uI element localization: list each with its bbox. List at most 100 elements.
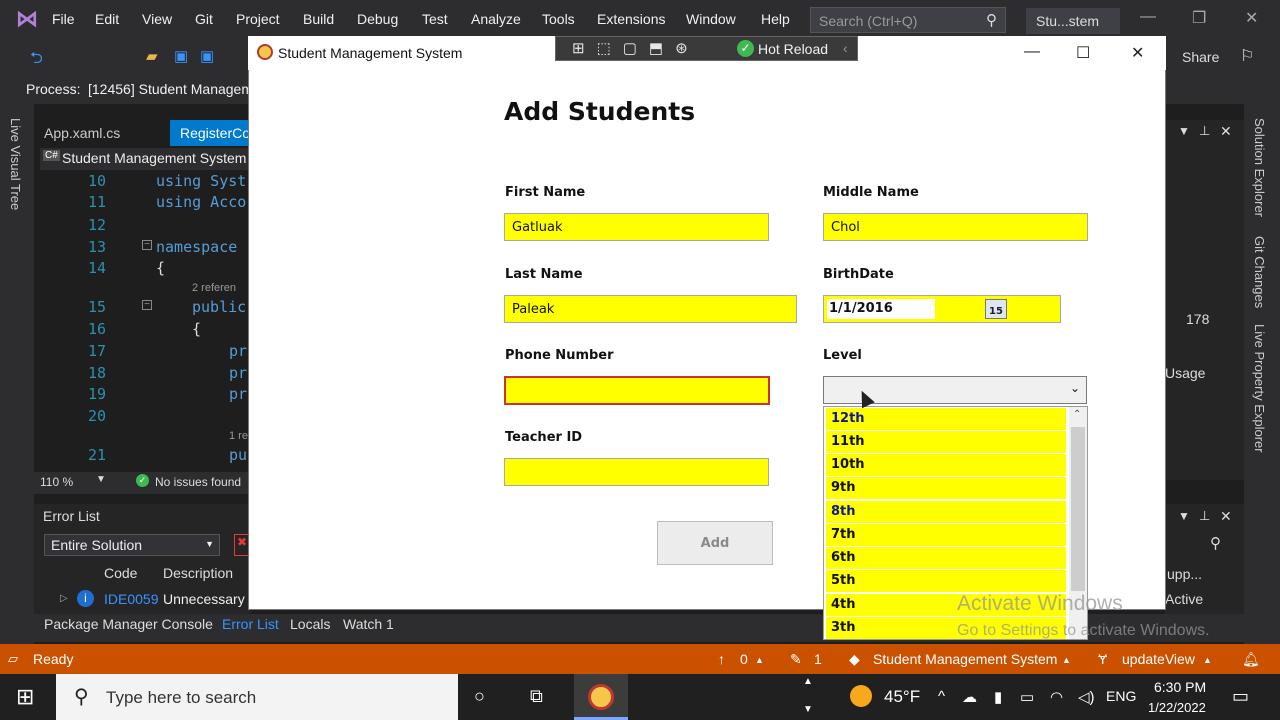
menu-extensions[interactable]: Extensions (597, 11, 665, 27)
save-icon[interactable]: ▣ (174, 47, 188, 65)
language-indicator[interactable]: ENG (1106, 688, 1136, 704)
menu-build[interactable]: Build (303, 11, 334, 27)
app-maximize-icon[interactable]: ☐ (1076, 43, 1090, 63)
middle-name-field[interactable]: Chol (823, 213, 1088, 241)
tab-live-property-explorer[interactable]: Live Property Explorer (1252, 324, 1267, 453)
first-name-field[interactable]: Gatluak (504, 213, 769, 241)
vs-restore-icon[interactable]: ❐ (1192, 8, 1206, 28)
close-pane-icon[interactable]: ✕ (1220, 508, 1232, 525)
menu-view[interactable]: View (142, 11, 172, 27)
speaker-icon[interactable]: ◁) (1078, 688, 1095, 706)
expand-icon[interactable]: ▷ (60, 593, 68, 604)
chevron-up-icon[interactable]: ▲ (755, 655, 764, 665)
onedrive-icon[interactable]: ☁ (962, 688, 977, 706)
level-option[interactable]: 5th (826, 570, 1066, 592)
chevron-up-icon[interactable]: ▲ (803, 676, 813, 687)
zoom-select[interactable]: 110 % (40, 475, 73, 489)
pane-menu-icon[interactable]: ▼ (1178, 509, 1190, 523)
windows-start-icon[interactable]: ⊞ (16, 684, 34, 710)
editor-nav-bar[interactable]: C# Student Management System (40, 148, 250, 170)
branch-name[interactable]: updateView (1122, 651, 1195, 667)
menu-window[interactable]: Window (686, 11, 736, 27)
cortana-icon[interactable]: ○ (474, 686, 485, 707)
taskbar-app-icon[interactable] (574, 674, 628, 720)
scroll-up-icon[interactable]: ⌃ (1073, 409, 1081, 420)
tab-solution-explorer[interactable]: Solution Explorer (1252, 118, 1267, 217)
error-code-link[interactable]: IDE0059 (104, 591, 158, 607)
scrollbar-thumb[interactable] (1071, 427, 1085, 591)
usb-icon[interactable]: ▮ (994, 688, 1002, 706)
level-option[interactable]: 6th (826, 547, 1066, 569)
tab-watch-1[interactable]: Watch 1 (343, 616, 394, 632)
menu-help[interactable]: Help (761, 11, 790, 27)
collapse-toolbar-icon[interactable]: ‹ (843, 40, 848, 56)
back-arrow-icon[interactable]: ⮌ (30, 47, 43, 74)
level-option[interactable]: 9th (826, 477, 1066, 499)
level-option[interactable]: 7th (826, 524, 1066, 546)
pin-icon[interactable]: ⊥ (1199, 508, 1210, 524)
level-option[interactable]: 12th (826, 408, 1066, 430)
level-option[interactable]: 11th (826, 431, 1066, 453)
clock-date[interactable]: 1/22/2022 (1148, 700, 1206, 715)
battery-icon[interactable]: ▭ (1020, 688, 1034, 706)
runtime-tool-icons[interactable]: ⊞⬚▢⬒⊛ (572, 39, 700, 57)
chevron-up-icon[interactable]: ▲ (1203, 655, 1212, 665)
collapse-icon[interactable]: − (142, 300, 152, 310)
tab-register-control[interactable]: RegisterCo (170, 120, 250, 146)
collapse-icon[interactable]: − (142, 240, 152, 250)
last-name-field[interactable]: Paleak (504, 295, 797, 323)
tab-locals[interactable]: Locals (290, 616, 330, 632)
tab-app-xaml-cs[interactable]: App.xaml.cs (34, 120, 130, 146)
menu-git[interactable]: Git (195, 11, 213, 27)
app-close-icon[interactable]: ✕ (1131, 43, 1144, 63)
menu-tools[interactable]: Tools (542, 11, 575, 27)
live-visual-tree-tab[interactable]: Live Visual Tree (8, 118, 23, 210)
pin-icon[interactable]: ⊥ (1199, 123, 1210, 139)
level-option[interactable]: 8th (826, 501, 1066, 523)
teacher-id-field[interactable] (504, 458, 769, 486)
process-select[interactable]: [12456] Student Managem (88, 81, 253, 97)
tab-package-manager-console[interactable]: Package Manager Console (44, 616, 213, 632)
close-pane-icon[interactable]: ✕ (1220, 123, 1232, 140)
add-button[interactable]: Add (657, 521, 773, 565)
share-button[interactable]: Share (1182, 49, 1219, 65)
tab-error-list[interactable]: Error List (222, 616, 279, 632)
task-view-icon[interactable]: ⧉ (530, 686, 543, 707)
search-icon[interactable]: ⚲ (1210, 534, 1221, 552)
app-minimize-icon[interactable]: — (1024, 43, 1040, 61)
weather-temperature[interactable]: 45°F (884, 687, 920, 707)
tab-git-changes[interactable]: Git Changes (1252, 236, 1267, 308)
chevron-down-icon[interactable]: ▼ (803, 704, 813, 715)
level-option[interactable]: 10th (826, 454, 1066, 476)
wifi-icon[interactable]: ◠ (1050, 688, 1063, 706)
menu-file[interactable]: File (52, 11, 75, 27)
menu-project[interactable]: Project (236, 11, 280, 27)
repository-name[interactable]: Student Management System (873, 651, 1057, 667)
hot-reload-button[interactable]: Hot Reload (758, 41, 828, 57)
unpushed-count[interactable]: 0 (740, 651, 748, 667)
feedback-icon[interactable]: ⚐ (1240, 46, 1254, 66)
error-description[interactable]: Unnecessary a (163, 591, 256, 607)
notification-bell-icon[interactable]: 🔔︎ (1242, 651, 1260, 668)
menu-test[interactable]: Test (422, 11, 448, 27)
clock-time[interactable]: 6:30 PM (1154, 679, 1206, 695)
phone-number-field[interactable] (504, 376, 770, 405)
birthdate-picker[interactable]: 1/1/2016 15 (823, 295, 1061, 323)
column-header-code[interactable]: Code (104, 565, 137, 581)
chevron-up-icon[interactable]: ▲ (1062, 655, 1071, 665)
error-scope-select[interactable]: Entire Solution ▼ (44, 534, 220, 556)
weather-sun-icon[interactable] (850, 685, 872, 707)
column-header-description[interactable]: Description (163, 565, 233, 581)
changes-count[interactable]: 1 (814, 651, 822, 667)
vs-search-input[interactable]: Search (Ctrl+Q) ⚲ (810, 7, 1006, 33)
action-center-icon[interactable]: ▭ (1232, 686, 1249, 707)
save-all-icon[interactable]: ▣ (200, 47, 214, 65)
references-codelens[interactable]: 2 referen (192, 282, 236, 294)
solution-name-badge[interactable]: Stu...stem (1026, 8, 1120, 34)
vs-close-icon[interactable]: ✕ (1245, 8, 1258, 28)
menu-analyze[interactable]: Analyze (471, 11, 521, 27)
pane-menu-icon[interactable]: ▼ (1178, 124, 1190, 138)
references-codelens[interactable]: 1 re (229, 430, 248, 442)
vs-minimize-icon[interactable]: — (1140, 8, 1156, 26)
issues-status[interactable]: No issues found (155, 475, 241, 489)
